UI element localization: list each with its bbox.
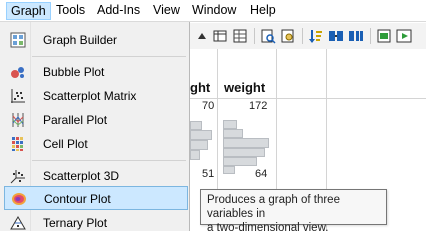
ternary-plot-icon [10,215,26,231]
parallel-plot-icon [10,112,26,128]
histogram-bar [190,130,212,140]
find-icon[interactable] [280,28,296,44]
graph-menu: Graph Builder Bubble Plot Scatterplot Ma… [0,22,190,231]
run-script-icon[interactable] [396,28,412,44]
menu-help[interactable]: Help [246,2,280,20]
menu-item-label: Parallel Plot [43,113,108,127]
height-max-value: 70 [202,100,215,112]
menu-add-ins[interactable]: Add-Ins [93,2,144,20]
toolbar-separator [302,28,303,44]
app-window: Graph Tools Add-Ins View Window Help ght… [0,0,426,231]
cell-plot-icon [10,136,26,152]
histogram-bar [223,138,269,148]
menu-item-bubble-plot[interactable]: Bubble Plot [4,60,188,84]
menu-item-label: Contour Plot [44,192,111,206]
contour-plot-icon [11,191,27,207]
menu-bar: Graph Tools Add-Ins View Window Help [0,0,426,22]
toolbar-separator [254,28,255,44]
toolbar-separator [370,28,371,44]
script-icon[interactable] [376,28,392,44]
table-icon[interactable] [212,28,228,44]
menu-item-ternary-plot[interactable]: Ternary Plot [4,211,188,231]
menu-item-label: Cell Plot [43,137,88,151]
column-header-weight[interactable]: weight [224,80,265,95]
tooltip-line: Produces a graph of three variables in [207,194,340,220]
menu-item-label: Bubble Plot [43,65,105,79]
menu-separator [32,160,186,161]
data-grid-icon[interactable] [232,28,248,44]
menu-item-label: Scatterplot 3D [43,169,120,183]
column-header-height[interactable]: ght [190,80,210,95]
menu-item-scatterplot-matrix[interactable]: Scatterplot Matrix [4,84,188,108]
split-table-icon[interactable] [348,28,364,44]
weight-max-value: 172 [249,100,268,112]
histogram-bar [190,121,202,130]
menu-separator [32,56,186,57]
tooltip-line: a two-dimensional view. [207,222,329,231]
menu-window[interactable]: Window [188,2,240,20]
menu-item-parallel-plot[interactable]: Parallel Plot [4,108,188,132]
menu-item-label: Ternary Plot [43,216,108,230]
magnify-report-icon[interactable] [260,28,276,44]
join-tables-icon[interactable] [328,28,344,44]
histogram-bar [223,157,257,166]
menu-item-graph-builder[interactable]: Graph Builder [4,28,188,52]
menu-graph[interactable]: Graph [6,2,51,20]
weight-min-value: 64 [255,168,268,180]
histogram-bar [223,129,243,138]
histogram-bar [190,150,200,160]
bubble-plot-icon [10,64,26,80]
scatterplot-3d-icon [10,168,26,184]
toolbar [190,23,426,49]
graph-builder-icon [10,32,26,48]
menu-item-label: Graph Builder [43,33,118,47]
menu-item-contour-plot[interactable]: Contour Plot [4,186,188,210]
menu-item-label: Scatterplot Matrix [43,89,137,103]
menu-item-scatterplot-3d[interactable]: Scatterplot 3D [4,164,188,188]
header-divider [190,98,426,99]
histogram-bar [223,166,235,174]
menu-tools[interactable]: Tools [52,2,89,20]
histogram-bar [223,120,237,129]
sort-columns-icon[interactable] [308,28,324,44]
histogram-bar [190,140,208,150]
contour-plot-tooltip: Produces a graph of three variables in a… [200,189,387,231]
scatterplot-matrix-icon [10,88,26,104]
histogram-bar [223,148,265,157]
menu-view[interactable]: View [149,2,184,20]
menu-item-cell-plot[interactable]: Cell Plot [4,132,188,156]
height-min-value: 51 [202,168,215,180]
sort-up-icon[interactable] [194,28,210,44]
